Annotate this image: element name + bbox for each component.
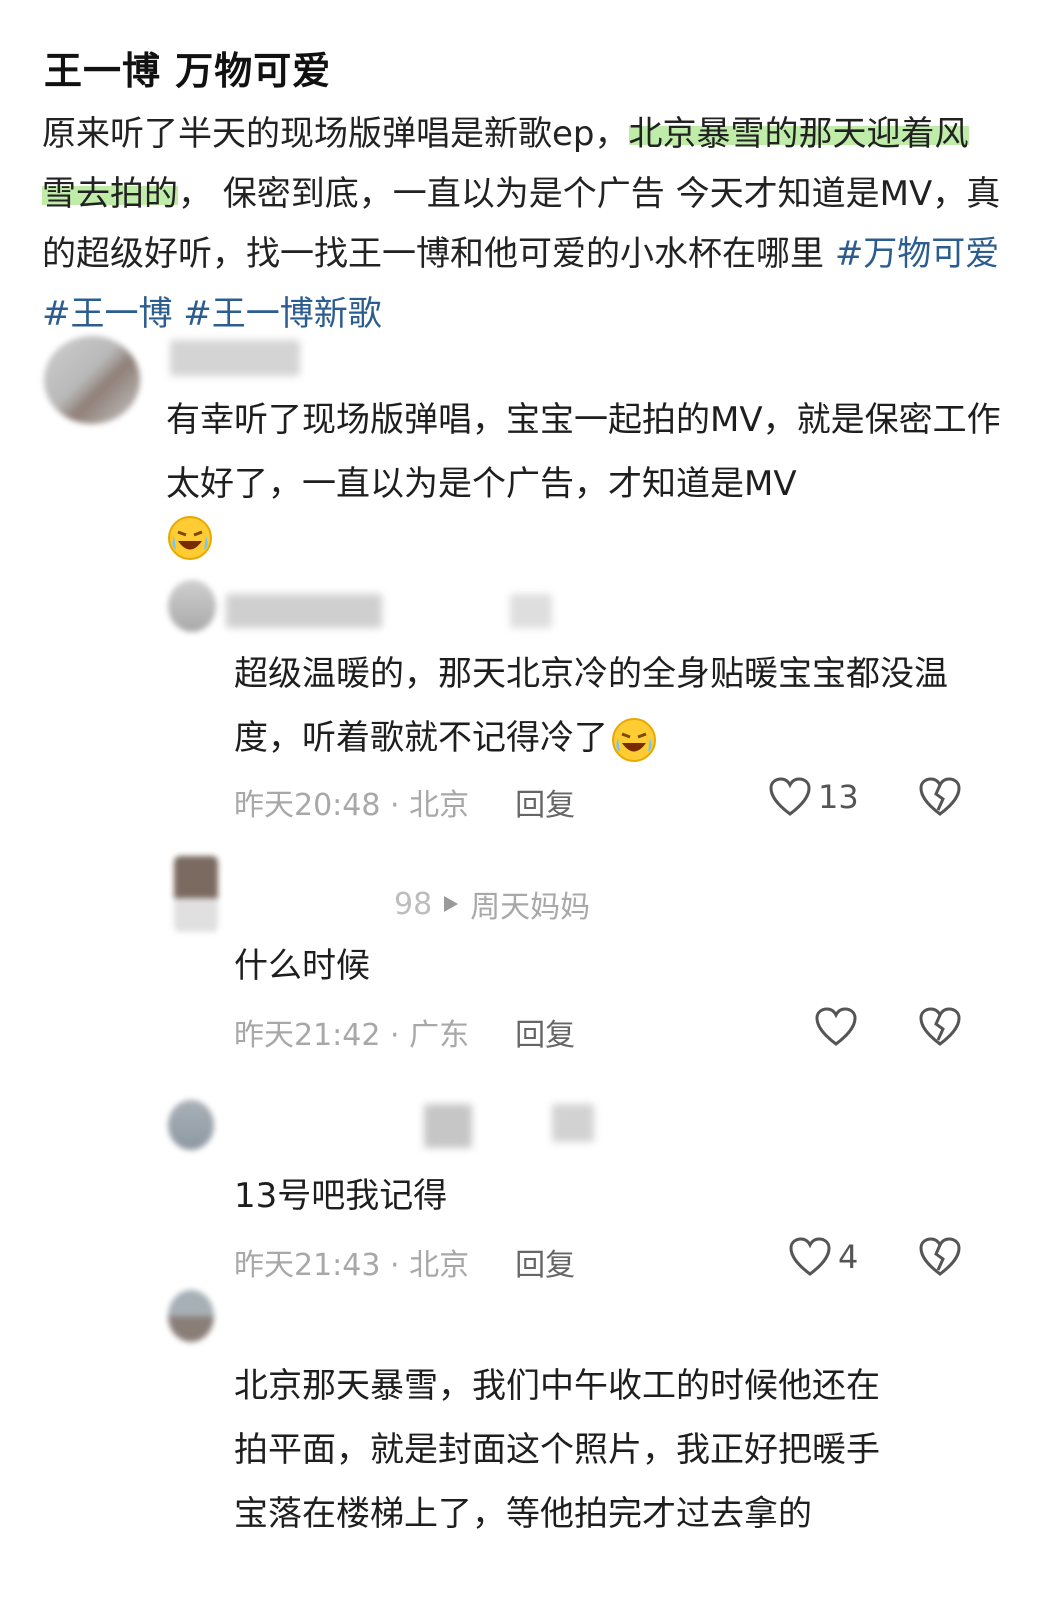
comment-meta: 昨天21:43 · 北京 回复: [234, 1240, 575, 1284]
comment-meta: 昨天20:48 · 北京 回复: [234, 780, 575, 824]
reply-button[interactable]: 回复: [515, 1240, 575, 1284]
username-suffix[interactable]: 98: [394, 887, 432, 922]
dislike-button[interactable]: [918, 776, 962, 818]
dislike-button[interactable]: [918, 1236, 962, 1278]
hashtag-link[interactable]: #万物可爱: [835, 234, 1000, 274]
heart-outline-icon: [769, 777, 811, 816]
reply-button[interactable]: 回复: [515, 780, 575, 824]
avatar[interactable]: [44, 336, 140, 424]
like-button[interactable]: [814, 1006, 864, 1048]
reply-header: 98 周天妈妈: [394, 882, 590, 926]
comment-text: 超级温暖的，那天北京冷的全身贴暖宝宝都没温度，听着歌就不记得冷了: [234, 642, 974, 770]
username-blurred: [552, 1104, 594, 1142]
avatar[interactable]: [168, 1290, 214, 1342]
username-blurred[interactable]: [424, 1104, 472, 1148]
hashtag-link[interactable]: #王一博: [42, 294, 173, 334]
username-blurred[interactable]: [170, 340, 300, 376]
comment-text: 13号吧我记得: [234, 1176, 448, 1216]
like-count: 13: [818, 778, 859, 816]
like-button[interactable]: 4: [788, 1236, 858, 1278]
hashtag-link[interactable]: #王一博新歌: [173, 294, 382, 334]
reply-button[interactable]: 回复: [515, 1010, 575, 1054]
like-button[interactable]: 13: [768, 776, 859, 818]
comment-meta: 昨天21:42 · 广东 回复: [234, 1010, 575, 1054]
post-title: 王一博 万物可爱: [44, 49, 332, 93]
comment-time-location: 昨天21:43 · 北京: [234, 1248, 470, 1283]
avatar[interactable]: [168, 580, 216, 632]
broken-heart-icon: [919, 777, 961, 816]
heart-outline-icon: [815, 1007, 857, 1046]
comment-text-line: 宝落在楼梯上了，等他拍完才过去拿的: [234, 1494, 812, 1534]
username-blurred: [510, 594, 552, 628]
comment-text: 北京那天暴雪，我们中午收工的时候他还在 拍平面，就是封面这个照片，我正好把暖手 …: [234, 1354, 994, 1546]
broken-heart-icon: [919, 1237, 961, 1276]
comment-text: 有幸听了现场版弹唱，宝宝一起拍的MV，就是保密工作太好了，一直以为是个广告，才知…: [166, 400, 1001, 504]
comment-time-location: 昨天20:48 · 北京: [234, 788, 470, 823]
like-count: 4: [838, 1238, 859, 1276]
comment-text: 什么时候: [234, 946, 370, 986]
comment-time-location: 昨天21:42 · 广东: [234, 1018, 470, 1053]
post-body: 原来听了半天的现场版弹唱是新歌ep，北京暴雪的那天迎着风雪去拍的， 保密到底，一…: [42, 104, 1002, 344]
comment-text-line: 拍平面，就是封面这个照片，我正好把暖手: [234, 1430, 880, 1470]
comment-text-content: 超级温暖的，那天北京冷的全身贴暖宝宝都没温度，听着歌就不记得冷了: [234, 654, 948, 758]
post-body-text: 原来听了半天的现场版弹唱是新歌ep，: [42, 114, 629, 154]
laughing-crying-emoji: [612, 717, 656, 762]
comment-text-line: 北京那天暴雪，我们中午收工的时候他还在: [234, 1366, 880, 1406]
avatar[interactable]: [174, 856, 218, 932]
avatar[interactable]: [168, 1100, 214, 1150]
reply-to-username[interactable]: 周天妈妈: [470, 882, 590, 926]
heart-outline-icon: [789, 1237, 831, 1276]
username-blurred[interactable]: [226, 594, 382, 628]
dislike-button[interactable]: [918, 1006, 962, 1048]
laughing-crying-emoji: [166, 514, 214, 562]
broken-heart-icon: [919, 1007, 961, 1046]
play-triangle-icon: [444, 896, 459, 912]
